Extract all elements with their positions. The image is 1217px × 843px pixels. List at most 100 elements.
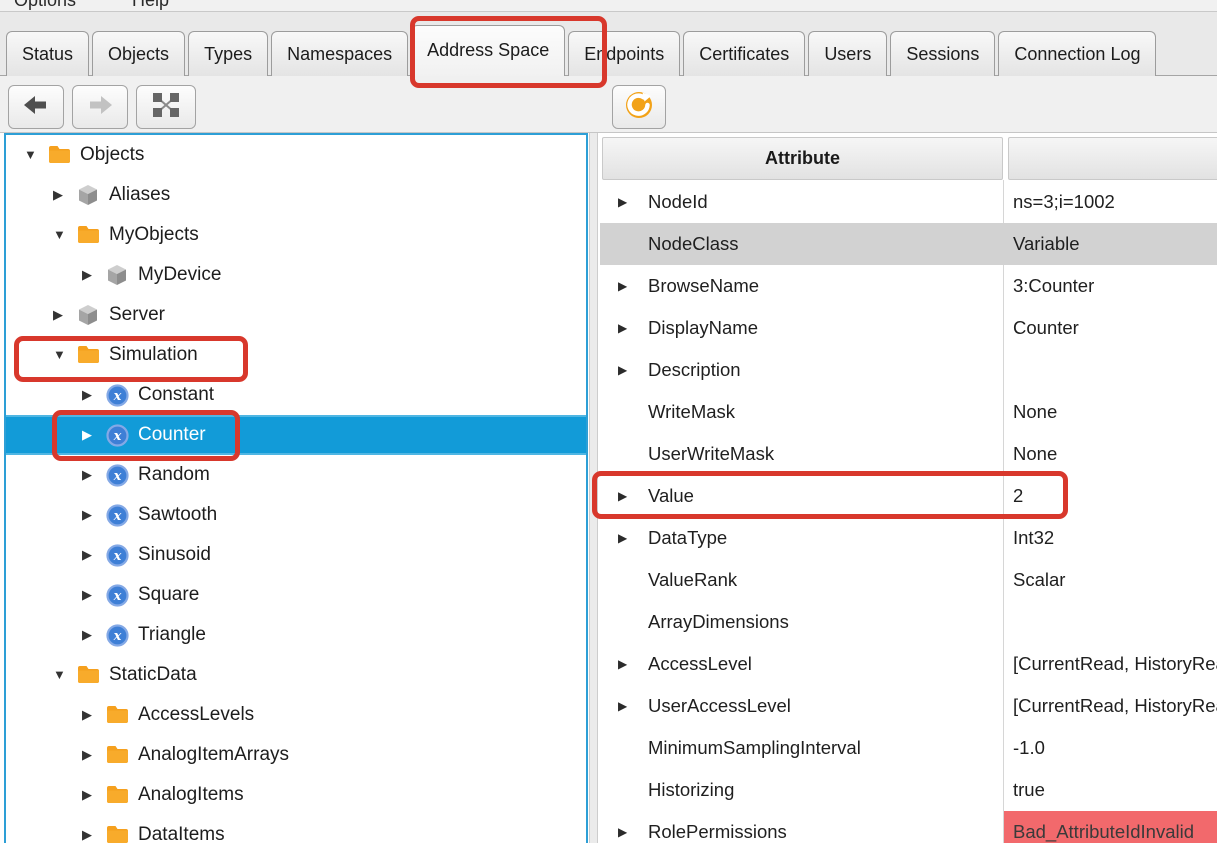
chevron-down-icon[interactable]: ▼ [53, 655, 66, 695]
chevron-down-icon[interactable]: ▼ [53, 215, 66, 255]
chevron-right-icon[interactable]: ▶ [82, 695, 92, 735]
chevron-right-icon[interactable]: ▶ [618, 685, 627, 727]
attribute-name: UserAccessLevel [648, 685, 791, 727]
chevron-right-icon[interactable]: ▶ [618, 181, 627, 223]
svg-text:x: x [113, 629, 122, 644]
chevron-right-icon[interactable]: ▶ [618, 643, 627, 685]
variable-icon: x [106, 544, 130, 566]
attribute-row-nodeid[interactable]: ▶NodeIdns=3;i=1002 [600, 181, 1217, 223]
menu-bar: Options Help [0, 0, 1217, 12]
tab-namespaces[interactable]: Namespaces [271, 31, 408, 76]
chevron-down-icon[interactable]: ▼ [53, 335, 66, 375]
chevron-right-icon[interactable]: ▶ [82, 417, 92, 457]
attribute-row-accesslevel[interactable]: ▶AccessLevel[CurrentRead, HistoryRead] [600, 643, 1217, 685]
attribute-value: None [1013, 433, 1057, 475]
chevron-right-icon[interactable]: ▶ [618, 307, 627, 349]
object-icon [106, 264, 130, 286]
attribute-name: DataType [648, 517, 727, 559]
attribute-value: Counter [1013, 307, 1079, 349]
value-column-header[interactable] [1008, 137, 1217, 180]
chevron-right-icon[interactable]: ▶ [82, 775, 92, 815]
attribute-column-header[interactable]: Attribute [602, 137, 1003, 180]
attribute-row-useraccesslevel[interactable]: ▶UserAccessLevel[CurrentRead, HistoryRea… [600, 685, 1217, 727]
chevron-down-icon[interactable]: ▼ [24, 135, 37, 175]
chevron-right-icon[interactable]: ▶ [82, 455, 92, 495]
chevron-right-icon[interactable]: ▶ [82, 375, 92, 415]
chevron-right-icon[interactable]: ▶ [618, 517, 627, 559]
tab-types[interactable]: Types [188, 31, 268, 76]
attribute-row-valuerank[interactable]: ValueRankScalar [600, 559, 1217, 601]
tree-item-aliases[interactable]: ▶Aliases [6, 175, 586, 215]
attribute-value: true [1013, 769, 1045, 811]
chevron-right-icon[interactable]: ▶ [82, 815, 92, 843]
node-graph-button[interactable] [136, 85, 196, 129]
chevron-right-icon[interactable]: ▶ [82, 535, 92, 575]
tab-address-space[interactable]: Address Space [411, 25, 565, 76]
attribute-name: NodeClass [648, 223, 739, 265]
tree-item-counter[interactable]: ▶xCounter [6, 415, 586, 455]
tree-item-mydevice[interactable]: ▶MyDevice [6, 255, 586, 295]
attribute-row-rolepermissions[interactable]: ▶RolePermissionsBad_AttributeIdInvalid [600, 811, 1217, 843]
tree-item-simulation[interactable]: ▼ Simulation [6, 335, 586, 375]
tree-item-analogitemarrays[interactable]: ▶AnalogItemArrays [6, 735, 586, 775]
attribute-row-minimumsamplinginterval[interactable]: MinimumSamplingInterval-1.0 [600, 727, 1217, 769]
variable-icon: x [106, 384, 130, 406]
tree-item-sawtooth[interactable]: ▶xSawtooth [6, 495, 586, 535]
object-icon [77, 184, 101, 206]
tab-endpoints[interactable]: Endpoints [568, 31, 680, 76]
tab-sessions[interactable]: Sessions [890, 31, 995, 76]
chevron-right-icon[interactable]: ▶ [82, 495, 92, 535]
tab-objects[interactable]: Objects [92, 31, 185, 76]
chevron-right-icon[interactable]: ▶ [82, 735, 92, 775]
attribute-row-writemask[interactable]: WriteMaskNone [600, 391, 1217, 433]
chevron-right-icon[interactable]: ▶ [618, 349, 627, 391]
chevron-right-icon[interactable]: ▶ [618, 265, 627, 307]
tab-users[interactable]: Users [808, 31, 887, 76]
chevron-right-icon[interactable]: ▶ [618, 475, 627, 517]
back-button[interactable] [8, 85, 64, 129]
chevron-right-icon[interactable]: ▶ [53, 295, 63, 335]
tree-item-dataitems[interactable]: ▶DataItems [6, 815, 586, 843]
chevron-right-icon[interactable]: ▶ [82, 615, 92, 655]
refresh-attributes-button[interactable] [612, 85, 666, 129]
chevron-right-icon[interactable]: ▶ [53, 175, 63, 215]
tree-item-constant[interactable]: ▶xConstant [6, 375, 586, 415]
tree-item-analogitems[interactable]: ▶AnalogItems [6, 775, 586, 815]
attribute-row-displayname[interactable]: ▶DisplayNameCounter [600, 307, 1217, 349]
chevron-right-icon[interactable]: ▶ [82, 255, 92, 295]
tab-status[interactable]: Status [6, 31, 89, 76]
tree-item-accesslevels[interactable]: ▶AccessLevels [6, 695, 586, 735]
attribute-value: [CurrentRead, HistoryRead] [1013, 643, 1217, 685]
tab-bar: StatusObjectsTypesNamespacesAddress Spac… [0, 12, 1217, 76]
chevron-right-icon[interactable]: ▶ [82, 575, 92, 615]
attribute-row-arraydimensions[interactable]: ArrayDimensions [600, 601, 1217, 643]
variable-icon: x [106, 464, 130, 486]
chevron-right-icon[interactable]: ▶ [618, 811, 627, 843]
menu-help[interactable]: Help [132, 0, 169, 11]
tree-item-square[interactable]: ▶xSquare [6, 575, 586, 615]
attribute-value: None [1013, 391, 1057, 433]
tree-item-myobjects[interactable]: ▼MyObjects [6, 215, 586, 255]
tree-item-objects[interactable]: ▼ Objects [6, 135, 586, 175]
tree-item-label: Simulation [109, 335, 198, 375]
menu-options[interactable]: Options [14, 0, 76, 11]
attribute-row-value[interactable]: ▶Value2 [600, 475, 1217, 517]
attribute-row-datatype[interactable]: ▶DataTypeInt32 [600, 517, 1217, 559]
attribute-row-userwritemask[interactable]: UserWriteMaskNone [600, 433, 1217, 475]
tree-item-label: Objects [80, 135, 144, 175]
tree-item-random[interactable]: ▶xRandom [6, 455, 586, 495]
tree-item-sinusoid[interactable]: ▶xSinusoid [6, 535, 586, 575]
forward-button[interactable] [72, 85, 128, 129]
tree-item-server[interactable]: ▶Server [6, 295, 586, 335]
attribute-row-historizing[interactable]: Historizingtrue [600, 769, 1217, 811]
tab-certificates[interactable]: Certificates [683, 31, 805, 76]
tree-item-triangle[interactable]: ▶xTriangle [6, 615, 586, 655]
attribute-row-description[interactable]: ▶Description [600, 349, 1217, 391]
attribute-row-nodeclass[interactable]: NodeClassVariable [600, 223, 1217, 265]
svg-text:x: x [113, 549, 122, 564]
node-graph-icon [151, 91, 181, 124]
tab-connection-log[interactable]: Connection Log [998, 31, 1156, 76]
tree-item-staticdata[interactable]: ▼StaticData [6, 655, 586, 695]
panel-splitter[interactable] [589, 133, 598, 843]
attribute-row-browsename[interactable]: ▶BrowseName3:Counter [600, 265, 1217, 307]
